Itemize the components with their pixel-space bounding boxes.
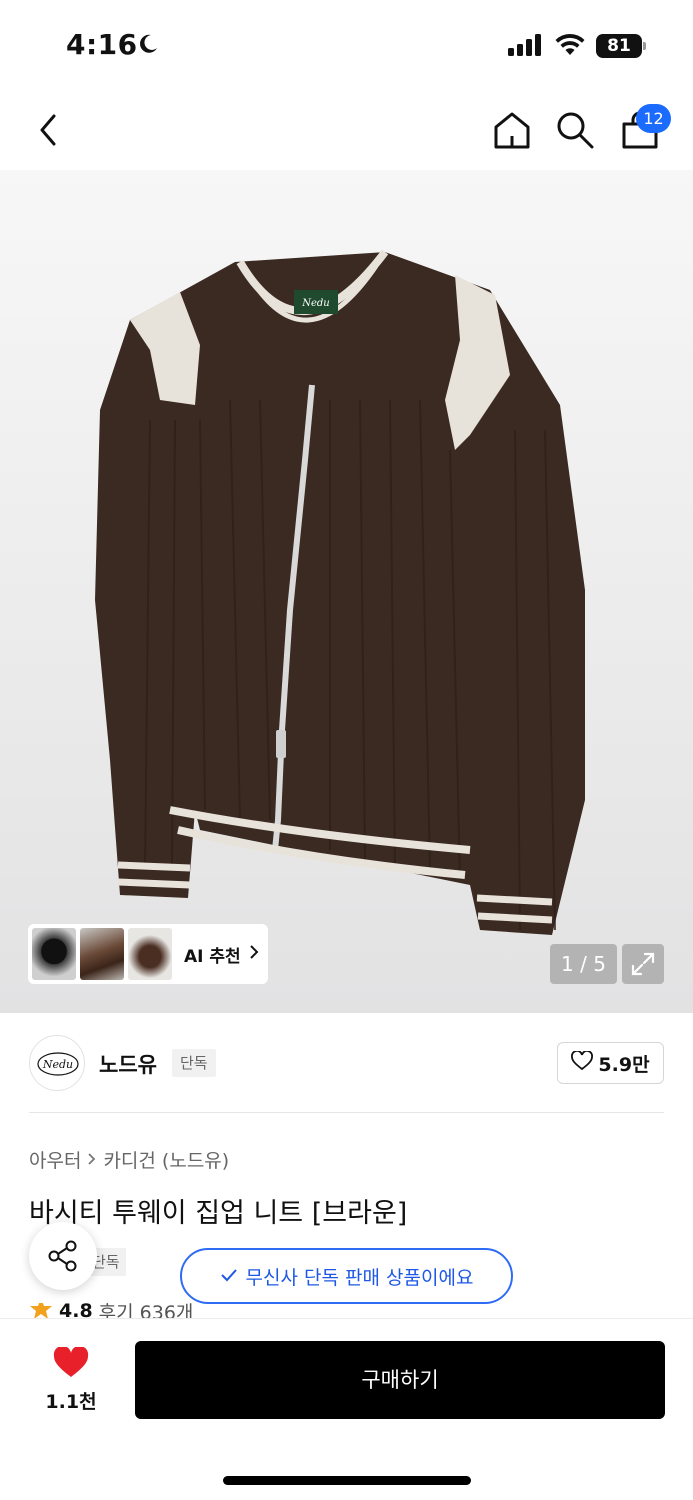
heart-outline-icon — [571, 1049, 594, 1076]
breadcrumb-outer[interactable]: 아우터 — [29, 1146, 81, 1173]
bottom-purchase-bar: 1.1천 구매하기 — [0, 1318, 693, 1500]
thumbnail-image[interactable] — [128, 928, 172, 980]
brand-name[interactable]: 노드유 — [99, 1049, 157, 1079]
top-navigation: 12 — [0, 92, 693, 170]
thumbnail-image[interactable] — [32, 928, 76, 980]
brand-row[interactable]: Nedu 노드유 단독 5.9만 — [0, 1013, 693, 1113]
buy-button[interactable]: 구매하기 — [135, 1341, 665, 1419]
battery-indicator: 81 — [596, 34, 642, 58]
wifi-icon — [555, 33, 585, 61]
chevron-right-icon — [249, 944, 259, 964]
share-button[interactable] — [29, 1222, 97, 1290]
star-icon — [29, 1303, 53, 1319]
battery-cap — [643, 42, 646, 50]
cellular-signal-icon — [508, 34, 542, 60]
product-title: 바시티 투웨이 집업 니트 [브라운] — [29, 1198, 408, 1229]
product-image-gallery[interactable]: Nedu AI 추천 1 / 5 — [0, 170, 693, 1013]
breadcrumb-cardigan[interactable]: 카디건 (노드유) — [103, 1146, 229, 1173]
product-photo: Nedu — [95, 249, 585, 935]
moon-icon — [137, 33, 159, 59]
product-logo-label: Nedu — [301, 298, 330, 309]
exclusive-notice-pill: 무신사 단독 판매 상품이에요 — [180, 1248, 513, 1304]
cart-count-badge: 12 — [636, 104, 671, 133]
expand-button[interactable] — [622, 944, 664, 984]
rating-score: 4.8 — [59, 1303, 93, 1319]
brand-logo[interactable]: Nedu — [29, 1035, 85, 1091]
section-divider — [29, 1112, 664, 1113]
status-time: 4:16 — [66, 28, 138, 61]
review-count[interactable]: 후기 636개 — [99, 1303, 194, 1319]
product-like-count: 1.1천 — [45, 1391, 97, 1413]
ai-recommend-label[interactable]: AI 추천 — [184, 942, 241, 967]
exclusive-notice-text: 무신사 단독 판매 상품이에요 — [245, 1266, 474, 1289]
ai-recommendation-strip[interactable]: AI 추천 — [28, 924, 268, 984]
image-counter: 1 / 5 — [550, 944, 617, 984]
chevron-right-icon — [87, 1149, 97, 1171]
brand-exclusive-tag: 단독 — [172, 1049, 216, 1077]
check-icon — [220, 1265, 238, 1287]
status-bar: 4:16 81 — [0, 0, 693, 92]
thumbnail-image[interactable] — [80, 928, 124, 980]
brand-logo-text: Nedu — [42, 1058, 73, 1071]
home-icon[interactable] — [492, 110, 532, 154]
rating-row[interactable]: 4.8 후기 636개 — [29, 1303, 193, 1319]
home-indicator — [223, 1476, 471, 1485]
brand-like-count: 5.9만 — [598, 1053, 650, 1076]
search-icon[interactable] — [555, 110, 595, 154]
breadcrumb: 아우터 카디건 (노드유) — [29, 1146, 229, 1173]
brand-like-button[interactable]: 5.9만 — [557, 1042, 664, 1084]
heart-filled-icon[interactable] — [53, 1345, 89, 1383]
back-arrow-icon[interactable] — [34, 112, 64, 152]
